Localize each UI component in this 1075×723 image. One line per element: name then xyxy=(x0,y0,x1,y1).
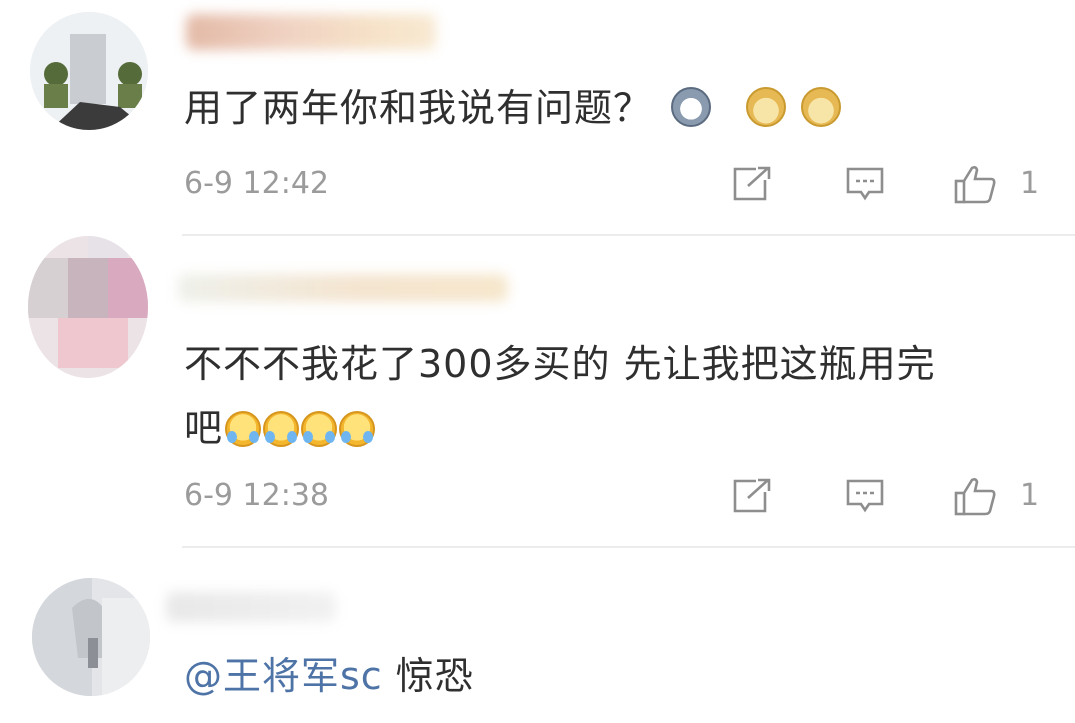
like-count: 1 xyxy=(1020,478,1040,513)
like-count: 1 xyxy=(1020,166,1040,201)
doge-emoji xyxy=(801,87,842,127)
like-icon xyxy=(954,164,998,204)
like-button[interactable] xyxy=(954,164,998,204)
comment-icon xyxy=(845,166,885,202)
avatar[interactable] xyxy=(30,12,148,130)
like-button[interactable] xyxy=(954,476,998,516)
reply-button[interactable] xyxy=(843,476,887,516)
username-blurred[interactable] xyxy=(186,14,436,50)
username-blurred[interactable] xyxy=(166,592,336,622)
comment-body-line2: 吧 xyxy=(184,406,224,450)
cry-laugh-emoji xyxy=(225,411,262,447)
comment-text: @王将军sc 惊恐 xyxy=(184,644,474,708)
comment-meta: 6-9 12:38 1 xyxy=(184,476,1075,516)
comment-text: 不不不我花了300多买的 先让我把这瓶用完 吧 xyxy=(184,332,1044,460)
comment-body-line1: 不不不我花了300多买的 先让我把这瓶用完 xyxy=(184,342,936,386)
avatar[interactable] xyxy=(28,236,148,378)
comment-item: 不不不我花了300多买的 先让我把这瓶用完 吧 6-9 12:38 1 xyxy=(0,236,1075,547)
username-blurred[interactable] xyxy=(178,274,508,302)
comment-item: @王将军sc 惊恐 xyxy=(0,548,1075,723)
comment-time: 6-9 12:42 xyxy=(184,166,329,201)
avatar[interactable] xyxy=(32,578,150,696)
mention-link[interactable]: @王将军sc xyxy=(184,654,383,698)
cry-laugh-emoji xyxy=(339,411,376,447)
share-icon xyxy=(732,478,772,514)
comment-body: 用了两年你和我说有问题？ xyxy=(184,86,653,130)
comment-icon xyxy=(845,478,885,514)
husky-emoji xyxy=(671,87,712,127)
comment-item: 用了两年你和我说有问题？ 6-9 12:42 1 xyxy=(0,0,1075,235)
comment-body: 惊恐 xyxy=(382,654,474,698)
reply-button[interactable] xyxy=(843,164,887,204)
like-icon xyxy=(954,476,998,516)
cry-laugh-emoji xyxy=(301,411,338,447)
share-icon xyxy=(732,166,772,202)
share-button[interactable] xyxy=(730,164,774,204)
doge-emoji xyxy=(746,87,787,127)
comment-text: 用了两年你和我说有问题？ xyxy=(184,76,842,140)
comment-time: 6-9 12:38 xyxy=(184,478,329,513)
comment-meta: 6-9 12:42 1 xyxy=(184,164,1075,204)
share-button[interactable] xyxy=(730,476,774,516)
cry-laugh-emoji xyxy=(263,411,300,447)
